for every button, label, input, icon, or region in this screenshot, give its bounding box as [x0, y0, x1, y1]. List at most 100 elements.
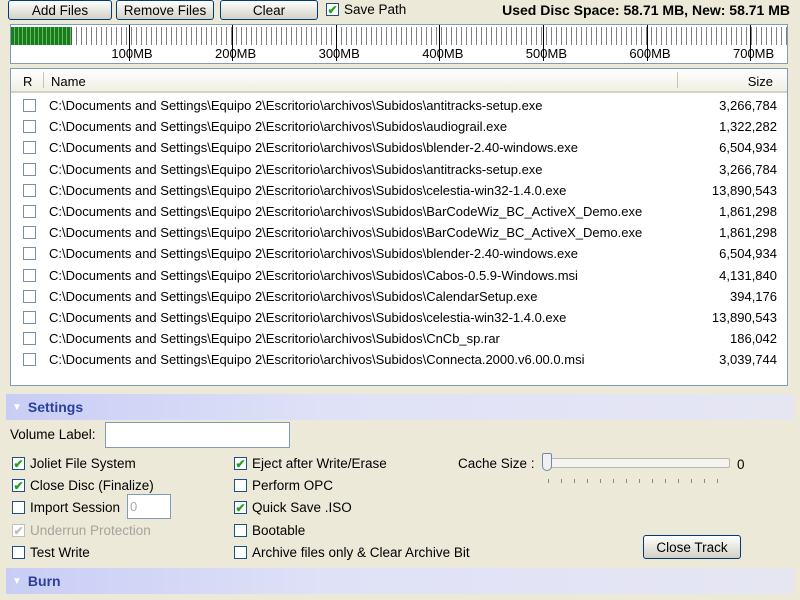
file-size: 13,890,543 [711, 182, 777, 198]
table-row[interactable]: C:\Documents and Settings\Equipo 2\Escri… [11, 137, 787, 158]
table-row[interactable]: C:\Documents and Settings\Equipo 2\Escri… [11, 265, 787, 286]
close-disc-check-icon[interactable]: ✔ [12, 479, 25, 492]
save-path-checkbox[interactable]: ✔ Save Path [326, 2, 406, 17]
cache-size-label: Cache Size : [458, 456, 535, 471]
underrun-label: Underrun Protection [30, 523, 151, 538]
row-checkbox[interactable] [23, 268, 36, 282]
import-session-input[interactable] [127, 494, 171, 519]
file-path: C:\Documents and Settings\Equipo 2\Escri… [49, 331, 500, 347]
eject-label: Eject after Write/Erase [252, 456, 387, 471]
row-checkbox[interactable] [23, 205, 36, 218]
perform-opc-checkbox[interactable]: Perform OPC [234, 478, 333, 493]
archive-only-check-icon[interactable] [234, 546, 247, 559]
import-session-label: Import Session [30, 500, 121, 515]
save-path-check-icon[interactable]: ✔ [326, 3, 339, 16]
row-checkbox[interactable] [23, 183, 36, 197]
file-path: C:\Documents and Settings\Equipo 2\Escri… [49, 310, 567, 325]
test-write-label: Test Write [30, 545, 90, 560]
table-row[interactable]: C:\Documents and Settings\Equipo 2\Escri… [11, 201, 787, 222]
file-path: C:\Documents and Settings\Equipo 2\Escri… [49, 140, 578, 156]
file-size: 186,042 [730, 331, 777, 347]
close-disc-label: Close Disc (Finalize) [30, 478, 154, 493]
row-checkbox[interactable] [23, 353, 36, 367]
col-size-header[interactable]: Size [748, 74, 773, 89]
table-row[interactable]: C:\Documents and Settings\Equipo 2\Escri… [11, 95, 787, 116]
joliet-check-icon[interactable]: ✔ [12, 457, 25, 470]
row-checkbox[interactable] [23, 99, 36, 112]
bootable-label: Bootable [252, 523, 306, 538]
quick-save-iso-checkbox[interactable]: ✔ Quick Save .ISO [234, 500, 352, 515]
row-checkbox[interactable] [23, 226, 36, 240]
gauge-label: 700MB [732, 46, 775, 61]
gauge-label: 500MB [525, 46, 567, 61]
settings-section-header[interactable]: ▼ Settings [6, 394, 794, 420]
file-size: 1,861,298 [719, 204, 777, 219]
file-size: 3,266,784 [719, 98, 777, 113]
file-path: C:\Documents and Settings\Equipo 2\Escri… [49, 119, 508, 135]
file-size: 13,890,543 [711, 310, 777, 325]
row-checkbox[interactable] [23, 162, 36, 176]
file-size: 6,504,934 [719, 140, 777, 156]
file-path: C:\Documents and Settings\Equipo 2\Escri… [49, 267, 578, 283]
row-checkbox[interactable] [23, 120, 36, 134]
table-row[interactable]: C:\Documents and Settings\Equipo 2\Escri… [11, 286, 787, 307]
col-name-header[interactable]: Name [51, 74, 86, 89]
close-disc-checkbox[interactable]: ✔ Close Disc (Finalize) [12, 478, 154, 493]
perform-opc-check-icon[interactable] [234, 479, 247, 492]
file-size: 1,322,282 [719, 119, 777, 135]
cache-size-ticks [548, 479, 728, 483]
table-row[interactable]: C:\Documents and Settings\Equipo 2\Escri… [11, 349, 787, 370]
table-row[interactable]: C:\Documents and Settings\Equipo 2\Escri… [11, 222, 787, 243]
bootable-check-icon[interactable] [234, 524, 247, 537]
file-path: C:\Documents and Settings\Equipo 2\Escri… [49, 204, 643, 219]
joliet-checkbox[interactable]: ✔ Joliet File System [12, 456, 136, 471]
close-track-button[interactable]: Close Track [643, 535, 741, 559]
underrun-checkbox: ✔ Underrun Protection [12, 523, 151, 538]
col-r-header[interactable]: R [23, 74, 32, 89]
file-size: 4,131,840 [719, 267, 777, 283]
file-list[interactable]: R Name Size C:\Documents and Settings\Eq… [10, 68, 788, 386]
disc-space-status: Used Disc Space: 58.71 MB, New: 58.71 MB [502, 2, 790, 18]
test-write-checkbox[interactable]: Test Write [12, 545, 90, 560]
row-checkbox[interactable] [23, 247, 36, 261]
import-session-check-icon[interactable] [12, 501, 25, 514]
file-path: C:\Documents and Settings\Equipo 2\Escri… [49, 246, 578, 262]
joliet-label: Joliet File System [30, 456, 136, 471]
table-row[interactable]: C:\Documents and Settings\Equipo 2\Escri… [11, 159, 787, 180]
collapse-arrow-icon[interactable]: ▼ [12, 576, 22, 587]
row-checkbox[interactable] [23, 141, 36, 155]
eject-checkbox[interactable]: ✔ Eject after Write/Erase [234, 456, 387, 471]
file-path: C:\Documents and Settings\Equipo 2\Escri… [49, 352, 585, 368]
volume-label-input[interactable] [105, 422, 290, 448]
burn-title: Burn [27, 573, 61, 589]
cache-size-track[interactable] [546, 458, 730, 468]
table-row[interactable]: C:\Documents and Settings\Equipo 2\Escri… [11, 180, 787, 201]
perform-opc-label: Perform OPC [252, 478, 334, 493]
bootable-checkbox[interactable]: Bootable [234, 523, 305, 538]
gauge-label: 200MB [214, 46, 257, 61]
quick-save-label: Quick Save .ISO [252, 500, 352, 515]
table-row[interactable]: C:\Documents and Settings\Equipo 2\Escri… [11, 116, 787, 137]
row-checkbox[interactable] [23, 332, 36, 346]
table-row[interactable]: C:\Documents and Settings\Equipo 2\Escri… [11, 243, 787, 264]
remove-files-button[interactable]: Remove Files [116, 0, 214, 20]
row-checkbox[interactable] [23, 289, 36, 303]
table-row[interactable]: C:\Documents and Settings\Equipo 2\Escri… [11, 328, 787, 349]
row-checkbox[interactable] [23, 311, 36, 324]
quick-save-check-icon[interactable]: ✔ [234, 501, 247, 514]
burn-section-header[interactable]: ▼ Burn [6, 568, 794, 594]
file-size: 6,504,934 [719, 246, 777, 262]
cache-size-slider-thumb[interactable] [542, 453, 552, 471]
table-row[interactable]: C:\Documents and Settings\Equipo 2\Escri… [11, 307, 787, 328]
archive-only-checkbox[interactable]: Archive files only & Clear Archive Bit [234, 545, 470, 560]
collapse-arrow-icon[interactable]: ▼ [12, 402, 22, 413]
eject-check-icon[interactable]: ✔ [234, 457, 247, 470]
gauge-label: 100MB [111, 46, 153, 61]
test-write-check-icon[interactable] [12, 546, 25, 559]
import-session-checkbox[interactable]: Import Session [12, 500, 120, 515]
settings-title: Settings [27, 399, 84, 415]
file-size: 394,176 [730, 288, 777, 304]
file-path: C:\Documents and Settings\Equipo 2\Escri… [49, 225, 643, 241]
clear-button[interactable]: Clear [220, 0, 318, 20]
add-files-button[interactable]: Add Files [8, 0, 112, 20]
